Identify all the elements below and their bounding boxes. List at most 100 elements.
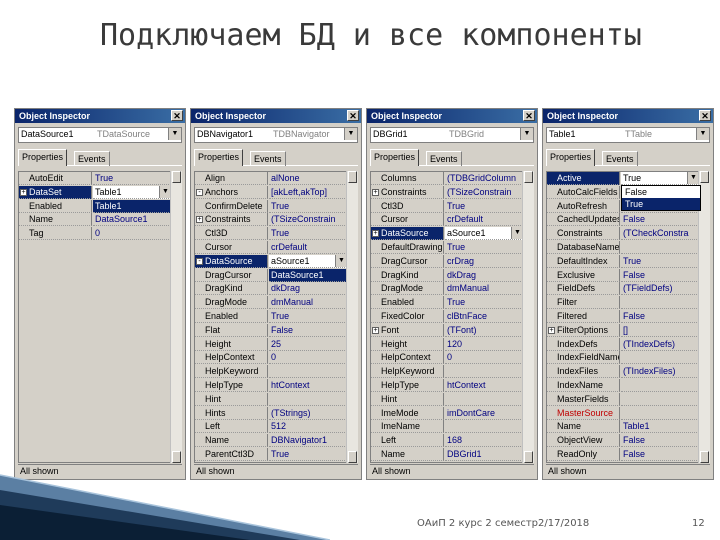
property-value[interactable]: [621, 296, 699, 310]
tab-events[interactable]: Events: [426, 151, 462, 166]
property-value[interactable]: False: [269, 324, 347, 337]
property-value[interactable]: Table1: [93, 199, 171, 213]
vertical-scrollbar[interactable]: [698, 171, 710, 463]
property-row[interactable]: Name DataSource1: [19, 213, 171, 227]
tab-events[interactable]: Events: [250, 151, 286, 166]
chevron-down-icon[interactable]: ▼: [696, 128, 709, 140]
property-value[interactable]: DataSource1: [269, 268, 347, 282]
property-value[interactable]: 168: [445, 434, 523, 448]
property-row[interactable]: Cursor crDefault: [195, 240, 347, 255]
property-row[interactable]: Cursor crDefault: [371, 213, 523, 227]
property-value[interactable]: [621, 241, 699, 254]
property-row[interactable]: IndexFiles (TIndexFiles): [547, 365, 699, 379]
property-row[interactable]: Filter: [547, 296, 699, 310]
property-value[interactable]: True: [93, 172, 171, 185]
property-value[interactable]: [621, 351, 699, 365]
tab-properties[interactable]: Properties: [546, 149, 596, 166]
property-row[interactable]: FieldDefs (TFieldDefs): [547, 282, 699, 296]
property-row[interactable]: Left 512: [195, 420, 347, 434]
property-value[interactable]: [269, 365, 347, 379]
property-value[interactable]: htContext: [269, 379, 347, 392]
property-value[interactable]: alNone: [269, 172, 347, 185]
vertical-scrollbar[interactable]: [170, 171, 182, 463]
tab-properties[interactable]: Properties: [18, 149, 68, 166]
property-row[interactable]: Enabled True: [195, 309, 347, 324]
property-value[interactable]: [269, 393, 347, 406]
property-value[interactable]: dmManual: [269, 296, 347, 310]
inspector-titlebar[interactable]: Object Inspector ✕: [15, 109, 185, 123]
property-value[interactable]: 0: [269, 351, 347, 365]
component-selector[interactable]: DataSource1 TDataSource ▼: [18, 127, 182, 143]
property-row[interactable]: Exclusive False: [547, 268, 699, 283]
property-value[interactable]: True: [269, 310, 347, 323]
property-row[interactable]: DatabaseName: [547, 240, 699, 255]
property-value[interactable]: DBGrid1: [445, 448, 523, 461]
property-value[interactable]: htContext: [445, 379, 523, 392]
property-row[interactable]: Name DBGrid1: [371, 447, 523, 462]
property-row[interactable]: DragMode dmManual: [371, 282, 523, 296]
inspector-titlebar[interactable]: Object Inspector ✕: [367, 109, 537, 123]
property-row[interactable]: Ctl3D True: [371, 199, 523, 214]
property-row[interactable]: DragMode dmManual: [195, 296, 347, 310]
property-row[interactable]: DragKind dkDrag: [195, 282, 347, 296]
property-row[interactable]: HelpType htContext: [195, 378, 347, 393]
tab-events[interactable]: Events: [74, 151, 110, 166]
scroll-up-icon[interactable]: [348, 171, 357, 183]
property-value[interactable]: [akLeft,akTop]: [269, 186, 347, 199]
property-value[interactable]: False: [621, 269, 699, 282]
vertical-scrollbar[interactable]: [522, 171, 534, 463]
property-value[interactable]: True: [445, 296, 523, 310]
property-row[interactable]: Constraints + (TSizeConstrain: [371, 185, 523, 200]
scroll-down-icon[interactable]: [524, 451, 533, 463]
chevron-down-icon[interactable]: ▼: [344, 128, 357, 140]
property-row[interactable]: Hint: [371, 392, 523, 407]
collapse-icon[interactable]: -: [196, 188, 203, 196]
expand-icon[interactable]: +: [196, 216, 203, 224]
property-value[interactable]: (TSizeConstrain: [269, 213, 347, 227]
property-value[interactable]: (TFont): [445, 324, 523, 337]
property-value[interactable]: Table1: [621, 420, 699, 434]
property-value[interactable]: [621, 407, 699, 420]
property-value[interactable]: True ▼: [621, 172, 699, 185]
property-row[interactable]: Height 25: [195, 337, 347, 352]
property-value[interactable]: imDontCare: [445, 407, 523, 420]
property-value[interactable]: clBtnFace: [445, 310, 523, 323]
inspector-titlebar[interactable]: Object Inspector ✕: [191, 109, 361, 123]
property-row[interactable]: ImeMode imDontCare: [371, 406, 523, 421]
property-row[interactable]: Enabled True: [371, 296, 523, 310]
property-row[interactable]: CachedUpdates False: [547, 213, 699, 227]
property-row[interactable]: Ctl3D True: [195, 227, 347, 241]
scroll-up-icon[interactable]: [524, 171, 533, 183]
property-value[interactable]: (TCheckConstra: [621, 227, 699, 241]
inspector-titlebar[interactable]: Object Inspector ✕: [543, 109, 713, 123]
component-selector[interactable]: Table1 TTable ▼: [546, 127, 710, 143]
dropdown-option[interactable]: True: [622, 198, 700, 210]
close-icon[interactable]: ✕: [171, 110, 183, 121]
property-row[interactable]: Tag 0: [19, 227, 171, 241]
property-row[interactable]: Columns (TDBGridColumn: [371, 172, 523, 186]
scroll-down-icon[interactable]: [348, 451, 357, 463]
property-row[interactable]: ConfirmDelete True: [195, 199, 347, 214]
property-value[interactable]: dmManual: [445, 282, 523, 296]
expand-icon[interactable]: +: [372, 230, 379, 238]
property-value[interactable]: (TIndexFiles): [621, 365, 699, 379]
property-value[interactable]: [445, 365, 523, 379]
property-value[interactable]: True: [269, 227, 347, 241]
property-value[interactable]: (TFieldDefs): [621, 282, 699, 296]
tab-properties[interactable]: Properties: [194, 149, 244, 166]
property-row[interactable]: HelpContext 0: [195, 351, 347, 365]
property-row[interactable]: DragCursor crDrag: [371, 254, 523, 269]
property-value[interactable]: True: [621, 255, 699, 268]
property-value[interactable]: [621, 379, 699, 392]
property-row[interactable]: MasterFields: [547, 392, 699, 407]
property-row[interactable]: Filtered False: [547, 309, 699, 324]
property-row[interactable]: IndexName: [547, 378, 699, 393]
chevron-down-icon[interactable]: ▼: [520, 128, 533, 140]
property-value[interactable]: DBNavigator1: [269, 434, 347, 448]
tab-events[interactable]: Events: [602, 151, 638, 166]
property-value[interactable]: crDefault: [269, 241, 347, 254]
property-row[interactable]: HelpKeyword: [195, 365, 347, 379]
property-row[interactable]: HelpType htContext: [371, 378, 523, 393]
property-row[interactable]: DataSource + aSource1 ▼: [371, 227, 523, 241]
property-value[interactable]: 25: [269, 338, 347, 351]
